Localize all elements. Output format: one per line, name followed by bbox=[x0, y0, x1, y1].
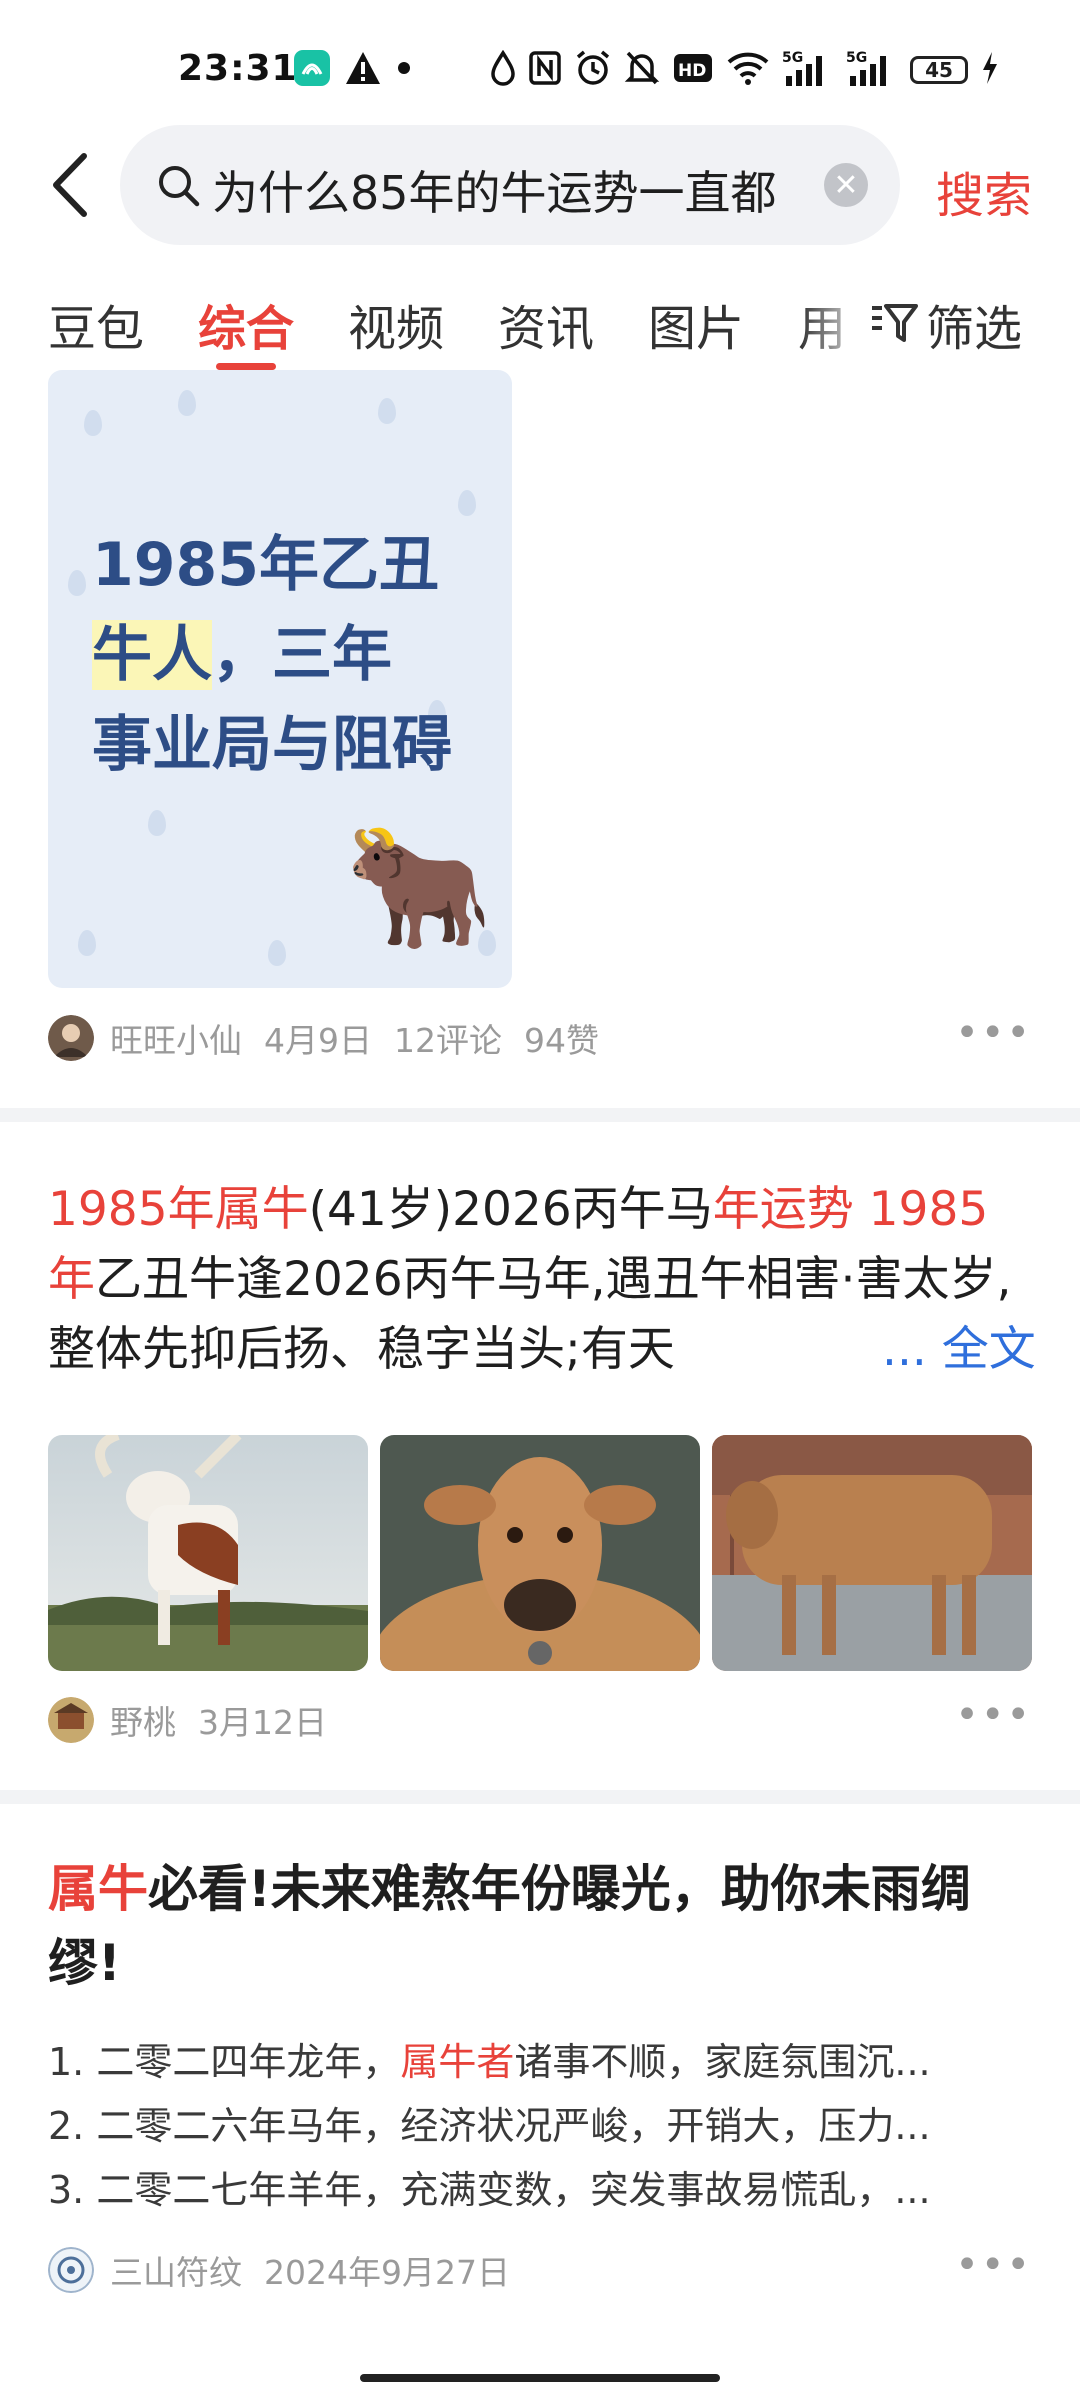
ox-emoji: 🐂 bbox=[344, 818, 494, 957]
tab-comprehensive[interactable]: 综合 bbox=[198, 289, 294, 359]
like-count: 94赞 bbox=[524, 1021, 599, 1060]
tab-doubao[interactable]: 豆包 bbox=[48, 289, 144, 359]
result-cover-image[interactable]: 1985年乙丑 牛人，三年 事业局与阻碍 🐂 bbox=[48, 370, 512, 988]
filter-icon bbox=[872, 304, 918, 342]
status-time: 23:31 bbox=[178, 48, 298, 89]
filter-label: 筛选 bbox=[926, 301, 1023, 357]
status-bar: 23:31 HD 5G 5G 45 bbox=[0, 0, 1080, 120]
full-text-link[interactable]: ... 全文 bbox=[876, 1315, 1036, 1385]
chevron-left-icon bbox=[53, 153, 87, 217]
result3-snippet[interactable]: 1. 二零二四年龙年，属牛者诸事不顺，家庭氛围沉... 2. 二零二六年马年，经… bbox=[48, 2030, 1008, 2222]
search-input[interactable]: 为什么85年的牛运势一直都 ✕ bbox=[120, 125, 900, 245]
avatar[interactable] bbox=[48, 1697, 94, 1743]
cover-headline: 1985年乙丑 牛人，三年 事业局与阻碍 bbox=[92, 530, 452, 780]
snippet-line: 1. 二零二四年龙年，属牛者诸事不顺，家庭氛围沉... bbox=[48, 2040, 931, 2084]
mute-icon bbox=[624, 49, 660, 91]
search-button[interactable]: 搜索 bbox=[936, 156, 1032, 226]
category-tabs: 豆包 综合 视频 资讯 图片 用 筛选 bbox=[0, 285, 1080, 375]
result-image[interactable] bbox=[380, 1435, 700, 1671]
svg-text:5G: 5G bbox=[846, 50, 867, 66]
clear-icon[interactable]: ✕ bbox=[824, 163, 868, 207]
longhorn-cow-image bbox=[48, 1435, 368, 1671]
status-left-icons bbox=[292, 46, 414, 90]
post-date: 3月12日 bbox=[198, 1703, 327, 1742]
signal-5g-icon: 5G bbox=[846, 48, 898, 92]
result-image[interactable] bbox=[712, 1435, 1032, 1671]
post-date: 4月9日 bbox=[264, 1021, 372, 1060]
divider bbox=[0, 1108, 1080, 1122]
snippet-line: 3. 二零二七年羊年，充满变数，突发事故易慌乱，... bbox=[48, 2168, 931, 2212]
search-query-text: 为什么85年的牛运势一直都 bbox=[212, 166, 777, 220]
status-right-icons: HD 5G 5G 45 bbox=[490, 48, 1000, 92]
author-name[interactable]: 野桃 bbox=[110, 1696, 176, 1744]
author-name[interactable]: 三山符纹 bbox=[110, 2246, 242, 2294]
battery-icon: 45 bbox=[910, 56, 968, 84]
drop-icon bbox=[490, 49, 516, 90]
avatar[interactable] bbox=[48, 1015, 94, 1061]
tab-news[interactable]: 资讯 bbox=[498, 289, 594, 359]
result3-title[interactable]: 属牛必看!未来难熬年份曝光，助你未雨绸缪! bbox=[48, 1852, 1032, 2000]
app-icon bbox=[292, 48, 332, 88]
result2-meta: 野桃 3月12日 bbox=[48, 1690, 327, 1750]
more-options-icon[interactable]: ••• bbox=[955, 1692, 1032, 1738]
result-image[interactable] bbox=[48, 1435, 368, 1671]
tabs-fade bbox=[800, 285, 870, 365]
search-icon bbox=[156, 163, 202, 213]
tab-images[interactable]: 图片 bbox=[648, 289, 744, 359]
more-options-icon[interactable]: ••• bbox=[955, 2242, 1032, 2288]
tab-video[interactable]: 视频 bbox=[348, 289, 444, 359]
brown-cow-image bbox=[712, 1435, 1032, 1671]
cover-highlight: 牛人 bbox=[92, 620, 212, 690]
result1-meta: 旺旺小仙 4月9日 12评论 94赞 bbox=[48, 1008, 599, 1068]
svg-text:5G: 5G bbox=[782, 50, 803, 66]
divider bbox=[0, 1790, 1080, 1804]
avatar[interactable] bbox=[48, 2247, 94, 2293]
dot-icon bbox=[394, 58, 414, 78]
wifi-icon bbox=[726, 50, 770, 90]
svg-text:HD: HD bbox=[678, 61, 706, 81]
active-tab-indicator bbox=[216, 363, 276, 370]
result3-meta: 三山符纹 2024年9月27日 bbox=[48, 2240, 510, 2300]
jersey-cow-face-image bbox=[380, 1435, 700, 1671]
nfc-icon bbox=[528, 50, 562, 90]
filter-button[interactable]: 筛选 bbox=[870, 289, 1022, 359]
comment-count: 12评论 bbox=[394, 1021, 502, 1060]
warning-icon bbox=[344, 50, 382, 86]
alarm-icon bbox=[574, 49, 612, 91]
charging-icon bbox=[980, 50, 1000, 90]
hd-icon: HD bbox=[672, 51, 714, 89]
home-indicator[interactable] bbox=[360, 2374, 720, 2382]
back-button[interactable] bbox=[44, 150, 104, 220]
signal-5g-icon: 5G bbox=[782, 48, 834, 92]
post-date: 2024年9月27日 bbox=[264, 2253, 510, 2292]
author-name[interactable]: 旺旺小仙 bbox=[110, 1014, 242, 1062]
more-options-icon[interactable]: ••• bbox=[955, 1010, 1032, 1056]
snippet-line: 2. 二零二六年马年，经济状况严峻，开销大，压力... bbox=[48, 2104, 931, 2148]
